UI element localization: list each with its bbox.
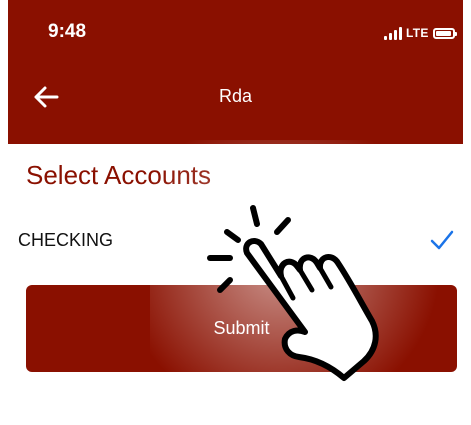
account-row-checking[interactable]: CHECKING bbox=[8, 218, 463, 264]
network-type: LTE bbox=[406, 26, 429, 40]
status-time: 9:48 bbox=[48, 21, 87, 42]
section-title: Select Accounts bbox=[26, 160, 211, 190]
battery-icon bbox=[432, 27, 457, 39]
account-label: CHECKING bbox=[18, 230, 114, 250]
submit-button[interactable]: Submit bbox=[26, 285, 457, 372]
app-header: 9:48 LTE Rda bbox=[8, 0, 463, 144]
signal-icon bbox=[384, 26, 402, 40]
checkmark-icon bbox=[430, 230, 454, 250]
nav-title: Rda bbox=[218, 86, 253, 106]
status-icons: LTE bbox=[384, 24, 457, 42]
